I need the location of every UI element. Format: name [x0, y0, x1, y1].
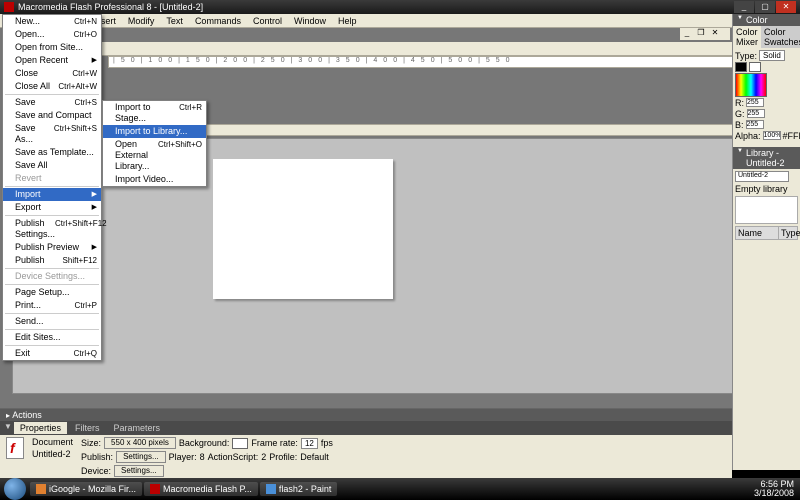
menu-bar: File Edit View Insert Modify Text Comman… — [0, 14, 800, 28]
doc-type-label: Document — [32, 437, 73, 447]
tab-color-mixer[interactable]: Color Mixer — [733, 26, 761, 48]
menu-help[interactable]: Help — [332, 14, 363, 27]
color-spectrum[interactable] — [735, 73, 767, 97]
actions-panel-title[interactable]: ▸ Actions — [0, 409, 732, 421]
menu-item[interactable]: Open...Ctrl+O — [3, 28, 101, 41]
alpha-input[interactable] — [763, 131, 781, 140]
b-input[interactable] — [746, 120, 764, 129]
color-panel-title[interactable]: ▼Color — [733, 14, 800, 26]
system-tray[interactable]: 6:56 PM 3/18/2008 — [754, 480, 800, 498]
device-settings-button[interactable]: Settings... — [114, 465, 164, 477]
library-columns: Name Type — [735, 226, 798, 240]
close-button[interactable]: ✕ — [776, 1, 796, 13]
menu-item[interactable]: Print...Ctrl+P — [3, 299, 101, 312]
doc-minimize-icon[interactable]: _ — [680, 28, 694, 40]
menu-item[interactable]: Save As...Ctrl+Shift+S — [3, 122, 101, 146]
menu-item[interactable]: Device Settings... — [3, 270, 101, 283]
doc-close-icon[interactable]: ✕ — [708, 28, 722, 40]
submenu-item[interactable]: Import to Stage...Ctrl+R — [103, 101, 206, 125]
menu-window[interactable]: Window — [288, 14, 332, 27]
file-menu-dropdown: New...Ctrl+NOpen...Ctrl+OOpen from Site.… — [2, 14, 102, 361]
menu-item[interactable]: Open from Site... — [3, 41, 101, 54]
col-name[interactable]: Name — [736, 227, 779, 239]
workspace: _ ❐ ✕ 100% |50|100|150|200|250|300|350|4… — [0, 28, 800, 408]
stage[interactable] — [213, 159, 393, 299]
library-doc-select[interactable]: Untitled-2 — [735, 171, 789, 182]
horizontal-ruler: |50|100|150|200|250|300|350|400|450|500|… — [108, 56, 792, 68]
tab-color-swatches[interactable]: Color Swatches — [761, 26, 800, 48]
title-bar: Macromedia Flash Professional 8 - [Untit… — [0, 0, 800, 14]
background-swatch[interactable] — [232, 438, 248, 449]
submenu-item[interactable]: Open External Library...Ctrl+Shift+O — [103, 138, 206, 173]
taskbar-item[interactable]: Macromedia Flash P... — [144, 482, 258, 496]
menu-item[interactable]: SaveCtrl+S — [3, 96, 101, 109]
minimize-button[interactable]: _ — [734, 1, 754, 13]
menu-item[interactable]: PublishShift+F12 — [3, 254, 101, 267]
menu-item[interactable]: Send... — [3, 315, 101, 328]
menu-item[interactable]: Save All — [3, 159, 101, 172]
menu-item[interactable]: Close AllCtrl+Alt+W — [3, 80, 101, 93]
app-icon — [4, 2, 14, 12]
properties-tabs: ▼ Properties Filters Parameters — [0, 421, 732, 435]
menu-item[interactable]: Edit Sites... — [3, 331, 101, 344]
framerate-input[interactable]: 12 — [301, 438, 318, 449]
taskbar-item[interactable]: iGoogle - Mozilla Fir... — [30, 482, 142, 496]
color-tabs: Color Mixer Color Swatches — [733, 26, 800, 48]
color-mixer-body: Type:Solid R: G: B: Alpha:#FFFFFF — [733, 48, 800, 143]
bottom-panel: ▸ Actions ▼ Properties Filters Parameter… — [0, 408, 732, 470]
menu-commands[interactable]: Commands — [189, 14, 247, 27]
windows-taskbar: iGoogle - Mozilla Fir... Macromedia Flas… — [0, 478, 800, 500]
properties-body: Document Untitled-2 Size:550 x 400 pixel… — [0, 435, 732, 479]
hex-value: #FFFFFF — [783, 131, 800, 141]
stroke-swatch[interactable] — [735, 62, 747, 72]
menu-item[interactable]: New...Ctrl+N — [3, 15, 101, 28]
menu-item[interactable]: Export▶ — [3, 201, 101, 214]
menu-item[interactable]: Page Setup... — [3, 286, 101, 299]
menu-item[interactable]: Import▶ — [3, 188, 101, 201]
col-type[interactable]: Type — [779, 227, 797, 239]
fill-swatch[interactable] — [749, 62, 761, 72]
library-body: Untitled-2 Empty library Name Type — [733, 169, 800, 242]
document-icon — [6, 437, 24, 459]
menu-item[interactable]: Open Recent▶ — [3, 54, 101, 67]
publish-settings-button[interactable]: Settings... — [116, 451, 166, 463]
paint-icon — [266, 484, 276, 494]
menu-modify[interactable]: Modify — [122, 14, 161, 27]
menu-item[interactable]: Save as Template... — [3, 146, 101, 159]
edit-bar: 100% — [102, 42, 796, 56]
doc-restore-icon[interactable]: ❐ — [694, 28, 708, 40]
fill-type-select[interactable]: Solid — [759, 50, 785, 61]
submenu-item[interactable]: Import Video... — [103, 173, 206, 186]
menu-control[interactable]: Control — [247, 14, 288, 27]
menu-item[interactable]: Publish Preview▶ — [3, 241, 101, 254]
library-empty-label: Empty library — [735, 184, 798, 194]
library-panel-title[interactable]: ▼Library - Untitled-2 — [733, 147, 800, 169]
menu-item[interactable]: Save and Compact — [3, 109, 101, 122]
library-preview — [735, 196, 798, 224]
tray-date: 3/18/2008 — [754, 489, 794, 498]
firefox-icon — [36, 484, 46, 494]
right-panel-dock: ▼Color Color Mixer Color Swatches Type:S… — [732, 14, 800, 470]
menu-item[interactable]: CloseCtrl+W — [3, 67, 101, 80]
document-window-controls: _ ❐ ✕ — [680, 28, 730, 40]
r-input[interactable] — [746, 98, 764, 107]
doc-name: Untitled-2 — [32, 449, 73, 459]
size-button[interactable]: 550 x 400 pixels — [104, 437, 176, 449]
tab-filters[interactable]: Filters — [69, 422, 106, 434]
import-submenu: Import to Stage...Ctrl+RImport to Librar… — [102, 100, 207, 187]
menu-item[interactable]: Publish Settings...Ctrl+Shift+F12 — [3, 217, 101, 241]
window-title: Macromedia Flash Professional 8 - [Untit… — [18, 2, 203, 12]
menu-item[interactable]: Revert — [3, 172, 101, 185]
tab-parameters[interactable]: Parameters — [107, 422, 166, 434]
menu-text[interactable]: Text — [160, 14, 189, 27]
submenu-item[interactable]: Import to Library... — [103, 125, 206, 138]
g-input[interactable] — [747, 109, 765, 118]
menu-item[interactable]: ExitCtrl+Q — [3, 347, 101, 360]
maximize-button[interactable]: ▢ — [755, 1, 775, 13]
tab-properties[interactable]: Properties — [14, 422, 67, 434]
flash-icon — [150, 484, 160, 494]
taskbar-item[interactable]: flash2 - Paint — [260, 482, 338, 496]
start-button[interactable] — [4, 478, 26, 500]
